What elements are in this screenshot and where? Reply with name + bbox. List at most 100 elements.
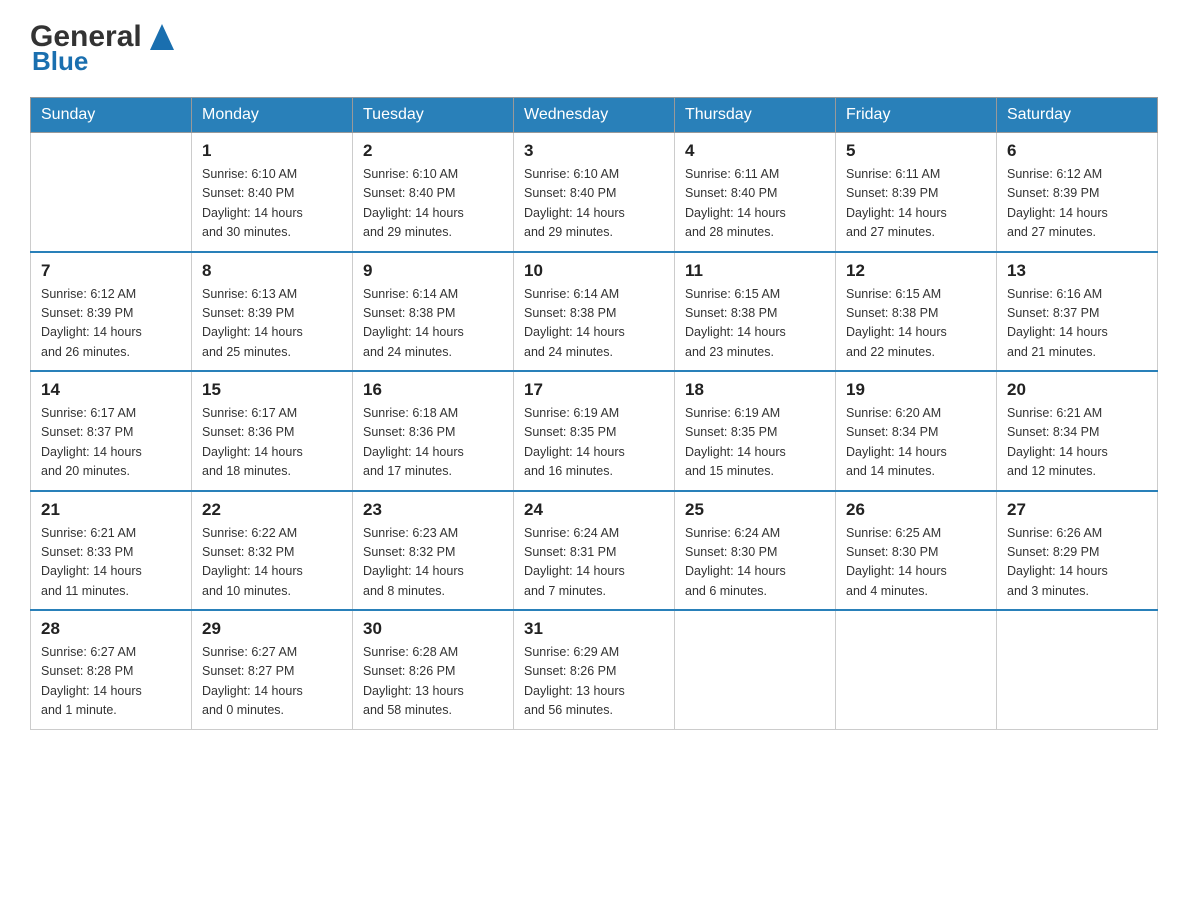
day-info: Sunrise: 6:17 AM Sunset: 8:37 PM Dayligh… xyxy=(41,404,181,482)
logo-blue: Blue xyxy=(32,46,88,77)
day-info: Sunrise: 6:22 AM Sunset: 8:32 PM Dayligh… xyxy=(202,524,342,602)
calendar-week-row: 21 Sunrise: 6:21 AM Sunset: 8:33 PM Dayli… xyxy=(31,491,1158,611)
calendar-cell: 16 Sunrise: 6:18 AM Sunset: 8:36 PM Dayli… xyxy=(353,371,514,491)
day-info: Sunrise: 6:14 AM Sunset: 8:38 PM Dayligh… xyxy=(524,285,664,363)
day-info: Sunrise: 6:17 AM Sunset: 8:36 PM Dayligh… xyxy=(202,404,342,482)
calendar-cell: 14 Sunrise: 6:17 AM Sunset: 8:37 PM Dayli… xyxy=(31,371,192,491)
calendar-cell: 13 Sunrise: 6:16 AM Sunset: 8:37 PM Dayli… xyxy=(997,252,1158,372)
calendar-cell: 20 Sunrise: 6:21 AM Sunset: 8:34 PM Dayli… xyxy=(997,371,1158,491)
day-info: Sunrise: 6:28 AM Sunset: 8:26 PM Dayligh… xyxy=(363,643,503,721)
calendar-cell: 8 Sunrise: 6:13 AM Sunset: 8:39 PM Daylig… xyxy=(192,252,353,372)
day-number: 8 xyxy=(202,261,342,281)
day-number: 29 xyxy=(202,619,342,639)
day-number: 15 xyxy=(202,380,342,400)
page-header: General Blue xyxy=(30,20,1158,77)
day-number: 19 xyxy=(846,380,986,400)
day-info: Sunrise: 6:29 AM Sunset: 8:26 PM Dayligh… xyxy=(524,643,664,721)
calendar-cell xyxy=(675,610,836,729)
calendar-week-row: 14 Sunrise: 6:17 AM Sunset: 8:37 PM Dayli… xyxy=(31,371,1158,491)
day-info: Sunrise: 6:10 AM Sunset: 8:40 PM Dayligh… xyxy=(363,165,503,243)
calendar-header-tuesday: Tuesday xyxy=(353,98,514,133)
calendar-header-saturday: Saturday xyxy=(997,98,1158,133)
day-number: 25 xyxy=(685,500,825,520)
calendar-cell: 31 Sunrise: 6:29 AM Sunset: 8:26 PM Dayli… xyxy=(514,610,675,729)
day-number: 10 xyxy=(524,261,664,281)
calendar-cell: 6Sunrise: 6:12 AM Sunset: 8:39 PM Daylig… xyxy=(997,133,1158,252)
calendar-cell: 5 Sunrise: 6:11 AM Sunset: 8:39 PM Daylig… xyxy=(836,133,997,252)
day-number: 2 xyxy=(363,141,503,161)
day-info: Sunrise: 6:19 AM Sunset: 8:35 PM Dayligh… xyxy=(524,404,664,482)
calendar-cell: 22 Sunrise: 6:22 AM Sunset: 8:32 PM Dayli… xyxy=(192,491,353,611)
day-info: Sunrise: 6:27 AM Sunset: 8:28 PM Dayligh… xyxy=(41,643,181,721)
calendar-cell: 7 Sunrise: 6:12 AM Sunset: 8:39 PM Daylig… xyxy=(31,252,192,372)
day-info: Sunrise: 6:10 AM Sunset: 8:40 PM Dayligh… xyxy=(202,165,342,243)
day-number: 27 xyxy=(1007,500,1147,520)
calendar-cell: 2 Sunrise: 6:10 AM Sunset: 8:40 PM Daylig… xyxy=(353,133,514,252)
day-number: 1 xyxy=(202,141,342,161)
calendar-cell: 11Sunrise: 6:15 AM Sunset: 8:38 PM Dayli… xyxy=(675,252,836,372)
calendar-week-row: 1 Sunrise: 6:10 AM Sunset: 8:40 PM Daylig… xyxy=(31,133,1158,252)
day-info: Sunrise: 6:19 AM Sunset: 8:35 PM Dayligh… xyxy=(685,404,825,482)
calendar-cell: 19 Sunrise: 6:20 AM Sunset: 8:34 PM Dayli… xyxy=(836,371,997,491)
day-number: 3 xyxy=(524,141,664,161)
day-number: 21 xyxy=(41,500,181,520)
calendar-week-row: 28 Sunrise: 6:27 AM Sunset: 8:28 PM Dayli… xyxy=(31,610,1158,729)
calendar-cell: 10 Sunrise: 6:14 AM Sunset: 8:38 PM Dayli… xyxy=(514,252,675,372)
calendar-cell: 15 Sunrise: 6:17 AM Sunset: 8:36 PM Dayli… xyxy=(192,371,353,491)
logo-triangle-icon xyxy=(144,18,180,54)
day-number: 6 xyxy=(1007,141,1147,161)
day-number: 5 xyxy=(846,141,986,161)
day-info: Sunrise: 6:24 AM Sunset: 8:31 PM Dayligh… xyxy=(524,524,664,602)
calendar-cell: 9Sunrise: 6:14 AM Sunset: 8:38 PM Daylig… xyxy=(353,252,514,372)
day-info: Sunrise: 6:15 AM Sunset: 8:38 PM Dayligh… xyxy=(685,285,825,363)
calendar-table: SundayMondayTuesdayWednesdayThursdayFrid… xyxy=(30,97,1158,730)
day-number: 13 xyxy=(1007,261,1147,281)
day-info: Sunrise: 6:20 AM Sunset: 8:34 PM Dayligh… xyxy=(846,404,986,482)
day-number: 22 xyxy=(202,500,342,520)
day-info: Sunrise: 6:27 AM Sunset: 8:27 PM Dayligh… xyxy=(202,643,342,721)
day-number: 17 xyxy=(524,380,664,400)
calendar-cell: 29 Sunrise: 6:27 AM Sunset: 8:27 PM Dayli… xyxy=(192,610,353,729)
day-number: 7 xyxy=(41,261,181,281)
day-info: Sunrise: 6:13 AM Sunset: 8:39 PM Dayligh… xyxy=(202,285,342,363)
day-info: Sunrise: 6:15 AM Sunset: 8:38 PM Dayligh… xyxy=(846,285,986,363)
day-number: 14 xyxy=(41,380,181,400)
day-info: Sunrise: 6:23 AM Sunset: 8:32 PM Dayligh… xyxy=(363,524,503,602)
day-info: Sunrise: 6:10 AM Sunset: 8:40 PM Dayligh… xyxy=(524,165,664,243)
calendar-cell: 12Sunrise: 6:15 AM Sunset: 8:38 PM Dayli… xyxy=(836,252,997,372)
calendar-header-wednesday: Wednesday xyxy=(514,98,675,133)
day-number: 16 xyxy=(363,380,503,400)
day-number: 18 xyxy=(685,380,825,400)
day-info: Sunrise: 6:14 AM Sunset: 8:38 PM Dayligh… xyxy=(363,285,503,363)
day-number: 31 xyxy=(524,619,664,639)
day-info: Sunrise: 6:26 AM Sunset: 8:29 PM Dayligh… xyxy=(1007,524,1147,602)
calendar-cell: 27 Sunrise: 6:26 AM Sunset: 8:29 PM Dayli… xyxy=(997,491,1158,611)
day-info: Sunrise: 6:18 AM Sunset: 8:36 PM Dayligh… xyxy=(363,404,503,482)
day-info: Sunrise: 6:12 AM Sunset: 8:39 PM Dayligh… xyxy=(41,285,181,363)
day-info: Sunrise: 6:21 AM Sunset: 8:34 PM Dayligh… xyxy=(1007,404,1147,482)
calendar-header-sunday: Sunday xyxy=(31,98,192,133)
calendar-header-monday: Monday xyxy=(192,98,353,133)
calendar-cell: 25Sunrise: 6:24 AM Sunset: 8:30 PM Dayli… xyxy=(675,491,836,611)
calendar-cell: 21 Sunrise: 6:21 AM Sunset: 8:33 PM Dayli… xyxy=(31,491,192,611)
calendar-header-row: SundayMondayTuesdayWednesdayThursdayFrid… xyxy=(31,98,1158,133)
day-info: Sunrise: 6:11 AM Sunset: 8:40 PM Dayligh… xyxy=(685,165,825,243)
calendar-header-friday: Friday xyxy=(836,98,997,133)
day-number: 4 xyxy=(685,141,825,161)
calendar-header-thursday: Thursday xyxy=(675,98,836,133)
calendar-cell: 26Sunrise: 6:25 AM Sunset: 8:30 PM Dayli… xyxy=(836,491,997,611)
day-number: 24 xyxy=(524,500,664,520)
day-info: Sunrise: 6:21 AM Sunset: 8:33 PM Dayligh… xyxy=(41,524,181,602)
day-number: 23 xyxy=(363,500,503,520)
calendar-cell xyxy=(31,133,192,252)
calendar-cell xyxy=(836,610,997,729)
day-number: 26 xyxy=(846,500,986,520)
day-info: Sunrise: 6:16 AM Sunset: 8:37 PM Dayligh… xyxy=(1007,285,1147,363)
calendar-cell: 24 Sunrise: 6:24 AM Sunset: 8:31 PM Dayli… xyxy=(514,491,675,611)
day-number: 20 xyxy=(1007,380,1147,400)
calendar-week-row: 7 Sunrise: 6:12 AM Sunset: 8:39 PM Daylig… xyxy=(31,252,1158,372)
calendar-cell: 4 Sunrise: 6:11 AM Sunset: 8:40 PM Daylig… xyxy=(675,133,836,252)
day-info: Sunrise: 6:11 AM Sunset: 8:39 PM Dayligh… xyxy=(846,165,986,243)
calendar-cell: 23 Sunrise: 6:23 AM Sunset: 8:32 PM Dayli… xyxy=(353,491,514,611)
day-number: 28 xyxy=(41,619,181,639)
